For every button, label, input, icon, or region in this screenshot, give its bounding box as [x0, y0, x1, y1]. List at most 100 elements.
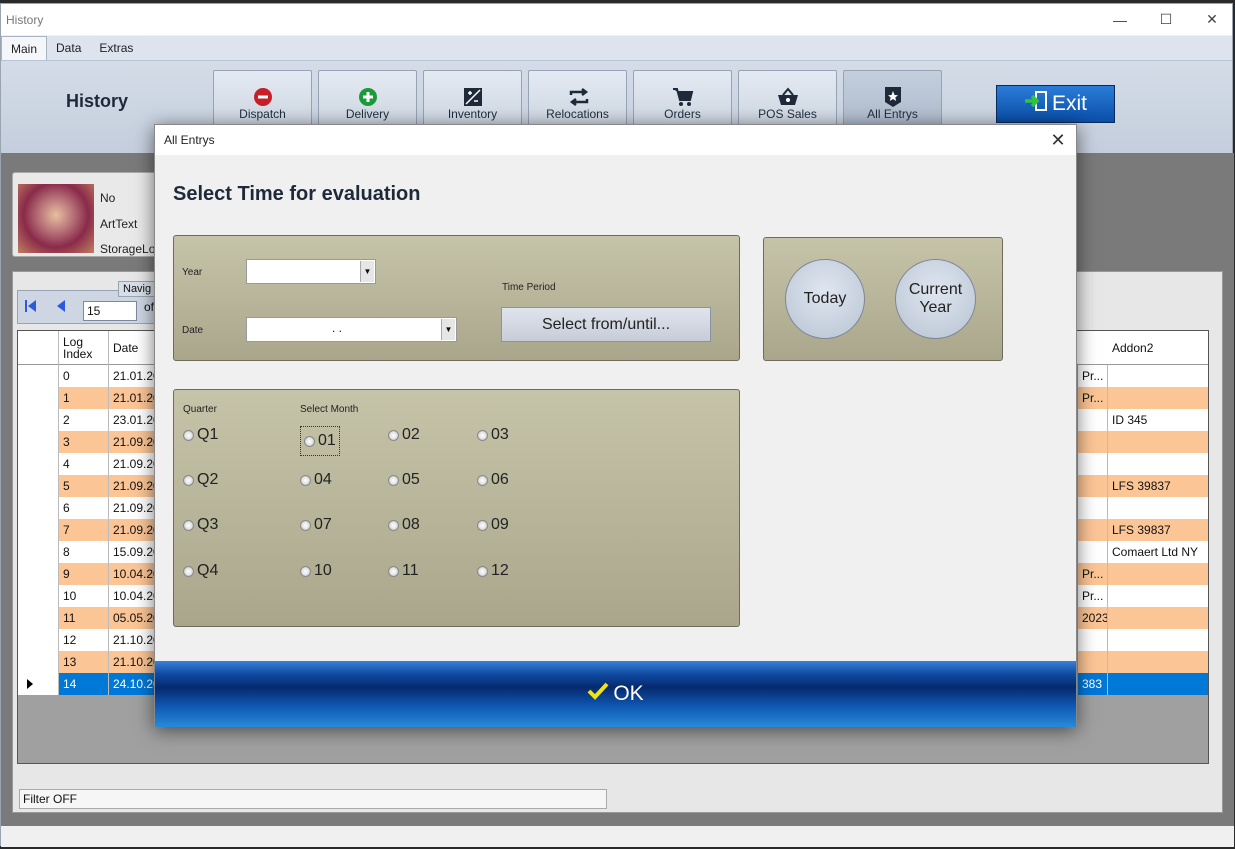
month-radio-05[interactable]: 05	[388, 471, 420, 489]
close-icon[interactable]: ✕	[1189, 4, 1235, 35]
cell-log-index[interactable]: 4	[59, 453, 109, 475]
menu-extras[interactable]: Extras	[90, 36, 142, 60]
exit-button[interactable]: Exit	[996, 85, 1115, 123]
ribbon-title: History	[66, 91, 129, 111]
all-entrys-button[interactable]: All Entrys	[843, 70, 942, 128]
today-button[interactable]: Today	[785, 259, 865, 339]
cell-log-index[interactable]: 10	[59, 585, 109, 607]
menu-main[interactable]: Main	[1, 36, 48, 60]
cell-addon2[interactable]	[1108, 365, 1208, 387]
relocations-button[interactable]: Relocations	[528, 70, 627, 128]
cell-addon2[interactable]: LFS 39837	[1108, 475, 1208, 497]
month-radio-10[interactable]: 10	[300, 562, 332, 580]
dispatch-label: Dispatch	[239, 107, 286, 121]
cell-log-index[interactable]: 2	[59, 409, 109, 431]
radio-label: 06	[491, 471, 509, 488]
dispatch-button[interactable]: Dispatch	[213, 70, 312, 128]
cell-addon2[interactable]: Comaert Ltd NY	[1108, 541, 1208, 563]
radio-dot	[388, 429, 399, 441]
month-radio-06[interactable]: 06	[477, 471, 509, 489]
cell-addon2[interactable]	[1108, 673, 1208, 695]
cell-addon2[interactable]	[1108, 607, 1208, 629]
cell-partial[interactable]: 2023	[1078, 607, 1108, 629]
cell-log-index[interactable]: 8	[59, 541, 109, 563]
dialog-close-icon[interactable]: ✕	[1046, 128, 1070, 152]
quarter-radio-q3[interactable]: Q3	[183, 516, 218, 534]
previous-record-icon[interactable]	[56, 300, 66, 315]
date-picker[interactable]: . . ▼	[246, 317, 457, 342]
cell-partial[interactable]: Pr...	[1078, 563, 1108, 585]
cell-addon2[interactable]	[1108, 651, 1208, 673]
menu-data[interactable]: Data	[47, 36, 90, 60]
maximize-icon[interactable]: ☐	[1143, 4, 1189, 35]
cell-log-index[interactable]: 5	[59, 475, 109, 497]
cell-partial[interactable]	[1078, 629, 1108, 651]
pos-sales-button[interactable]: POS Sales	[738, 70, 837, 128]
cell-partial[interactable]: 383	[1078, 673, 1108, 695]
cell-addon2[interactable]	[1108, 629, 1208, 651]
select-from-until-button[interactable]: Select from/until...	[501, 307, 711, 342]
cell-addon2[interactable]	[1108, 497, 1208, 519]
navigator-tab[interactable]: Navig	[118, 281, 157, 297]
cell-log-index[interactable]: 14	[59, 673, 109, 695]
month-radio-08[interactable]: 08	[388, 516, 420, 534]
radio-label: 09	[491, 516, 509, 533]
cell-log-index[interactable]: 7	[59, 519, 109, 541]
month-radio-02[interactable]: 02	[388, 426, 420, 444]
cell-partial[interactable]	[1078, 519, 1108, 541]
month-radio-03[interactable]: 03	[477, 426, 509, 444]
cell-partial[interactable]	[1078, 497, 1108, 519]
col-addon2[interactable]: Addon2	[1108, 331, 1208, 365]
radio-dot	[477, 474, 488, 486]
current-year-button[interactable]: Current Year	[895, 259, 976, 339]
ok-button[interactable]: OK	[155, 661, 1076, 727]
col-log-index[interactable]: Log Index	[59, 331, 109, 365]
month-radio-11[interactable]: 11	[388, 562, 419, 580]
cell-addon2[interactable]	[1108, 453, 1208, 475]
month-radio-07[interactable]: 07	[300, 516, 332, 534]
cell-log-index[interactable]: 12	[59, 629, 109, 651]
orders-button[interactable]: Orders	[633, 70, 732, 128]
year-combo[interactable]: ▼	[246, 259, 376, 284]
quarter-radio-q4[interactable]: Q4	[183, 562, 218, 580]
cell-log-index[interactable]: 9	[59, 563, 109, 585]
cell-partial[interactable]: Pr...	[1078, 365, 1108, 387]
cell-partial[interactable]	[1078, 475, 1108, 497]
cell-partial[interactable]	[1078, 453, 1108, 475]
delivery-button[interactable]: Delivery	[318, 70, 417, 128]
cell-addon2[interactable]	[1108, 585, 1208, 607]
minimize-icon[interactable]: —	[1097, 4, 1143, 35]
cell-addon2[interactable]: ID 345	[1108, 409, 1208, 431]
cell-log-index[interactable]: 6	[59, 497, 109, 519]
month-radio-01[interactable]: 01	[300, 426, 340, 456]
quarter-radio-q1[interactable]: Q1	[183, 426, 218, 444]
cell-partial[interactable]	[1078, 409, 1108, 431]
cell-log-index[interactable]: 13	[59, 651, 109, 673]
cell-log-index[interactable]: 0	[59, 365, 109, 387]
inventory-button[interactable]: Inventory	[423, 70, 522, 128]
date-selection-box: Year ▼ Date . . ▼ Time Period	[173, 235, 740, 361]
cell-addon2[interactable]: LFS 39837	[1108, 519, 1208, 541]
window-titlebar: History — ☐ ✕	[1, 4, 1232, 35]
chevron-down-icon[interactable]: ▼	[441, 319, 455, 340]
cell-partial[interactable]: Pr...	[1078, 387, 1108, 409]
cell-log-index[interactable]: 1	[59, 387, 109, 409]
cell-partial[interactable]: Pr...	[1078, 585, 1108, 607]
cell-log-index[interactable]: 11	[59, 607, 109, 629]
month-radio-04[interactable]: 04	[300, 471, 332, 489]
cell-partial[interactable]	[1078, 541, 1108, 563]
cell-log-index[interactable]: 3	[59, 431, 109, 453]
cell-addon2[interactable]	[1108, 563, 1208, 585]
cell-addon2[interactable]	[1108, 431, 1208, 453]
month-radio-09[interactable]: 09	[477, 516, 509, 534]
cell-addon2[interactable]	[1108, 387, 1208, 409]
inventory-icon	[462, 86, 484, 108]
cell-partial[interactable]	[1078, 431, 1108, 453]
quarter-radio-q2[interactable]: Q2	[183, 471, 218, 489]
radio-label: Q3	[197, 516, 219, 533]
first-record-icon[interactable]	[25, 300, 37, 315]
cell-partial[interactable]	[1078, 651, 1108, 673]
month-radio-12[interactable]: 12	[477, 562, 509, 580]
record-position-input[interactable]: 15	[83, 301, 137, 321]
chevron-down-icon[interactable]: ▼	[360, 261, 374, 282]
